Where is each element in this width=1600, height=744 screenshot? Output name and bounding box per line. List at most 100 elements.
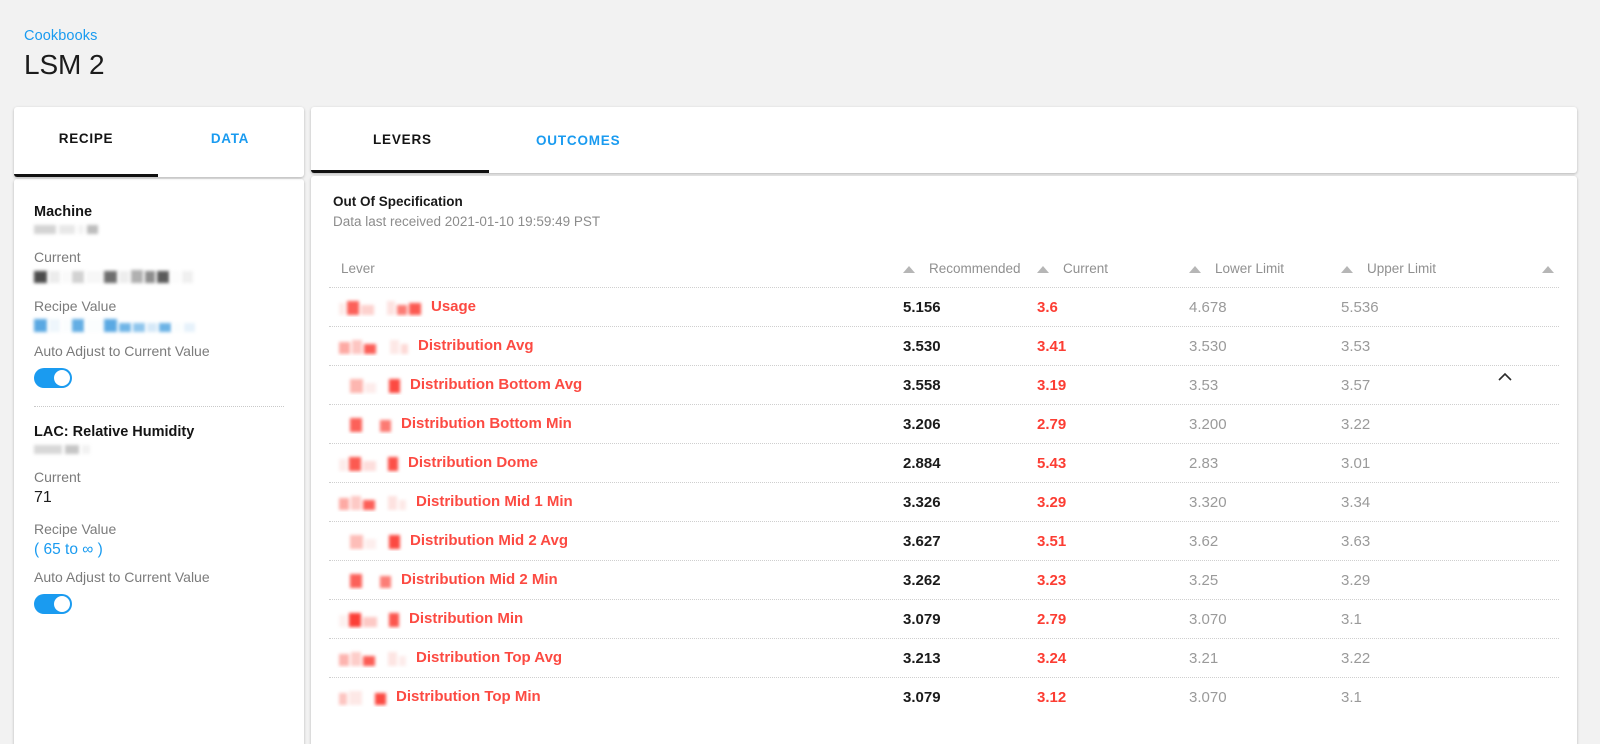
lever-link[interactable]: Distribution Top Min	[396, 687, 541, 707]
column-header-lower-limit[interactable]: Lower Limit	[1189, 260, 1341, 278]
table-body: Usage 5.156 3.6 4.678 5.536 Distribution Avg 3…	[311, 287, 1577, 716]
cell-current: 3.19	[1037, 376, 1067, 394]
lever-auto-adjust-label: Auto Adjust to Current Value	[34, 343, 210, 359]
cell-lower-limit: 3.530	[1189, 337, 1227, 355]
cell-current: 3.29	[1037, 493, 1067, 511]
cell-upper-limit: 3.57	[1341, 376, 1371, 394]
sort-ascending-icon	[903, 265, 915, 273]
table-row[interactable]: Distribution Bottom Avg 3.558 3.19 3.53 3.57	[329, 365, 1559, 404]
cell-recommended: 3.326	[903, 493, 941, 511]
auto-adjust-toggle-lac[interactable]	[34, 594, 72, 614]
auto-adjust-toggle-machine[interactable]	[34, 368, 72, 388]
lever-recipe-value-redacted	[34, 319, 284, 332]
cell-current: 3.12	[1037, 688, 1067, 706]
lever-prefix-redacted	[339, 416, 391, 432]
lever-prefix-redacted	[339, 494, 406, 510]
sort-ascending-icon	[1341, 265, 1353, 273]
lever-name: Machine	[34, 204, 93, 220]
recipe-panel: RECIPE DATA Machine Current Recipe Value…	[14, 107, 304, 744]
cell-current: 3.6	[1037, 298, 1058, 316]
page-header: Cookbooks LSM 2	[24, 26, 105, 83]
recipe-tabbar: RECIPE DATA	[14, 107, 304, 177]
cell-recommended: 5.156	[903, 298, 941, 316]
table-row[interactable]: Distribution Mid 2 Min 3.262 3.23 3.25 3.29	[329, 560, 1559, 599]
lever-link[interactable]: Distribution Min	[409, 609, 523, 629]
lever-link[interactable]: Distribution Avg	[418, 336, 534, 356]
table-row[interactable]: Distribution Bottom Min 3.206 2.79 3.200 3.2…	[329, 404, 1559, 443]
lever-prefix-redacted	[339, 533, 400, 549]
lever-recipe-value[interactable]: ( 65 to ∞ )	[34, 539, 284, 560]
column-header-lever[interactable]: Lever	[331, 260, 903, 278]
cell-current: 2.79	[1037, 415, 1067, 433]
lever-prefix-redacted	[339, 377, 400, 393]
cell-recommended: 3.558	[903, 376, 941, 394]
lever-prefix-redacted	[339, 338, 408, 354]
levers-tabbar: LEVERS OUTCOMES	[311, 107, 1577, 173]
column-header-upper-limit[interactable]: Upper Limit	[1341, 260, 1555, 278]
lever-link[interactable]: Distribution Top Avg	[416, 648, 562, 668]
lever-subtitle-redacted	[34, 225, 284, 234]
tab-levers[interactable]: LEVERS	[373, 132, 432, 147]
lever-current-label: Current	[34, 469, 81, 485]
cell-lever: Distribution Top Avg	[331, 648, 903, 668]
sort-ascending-icon	[1189, 265, 1201, 273]
cell-lower-limit: 4.678	[1189, 298, 1227, 316]
table-row[interactable]: Distribution Avg 3.530 3.41 3.530 3.53	[329, 326, 1559, 365]
lever-card-machine: Machine Current Recipe Value Auto Adjust…	[34, 203, 284, 407]
table-row[interactable]: Distribution Top Min 3.079 3.12 3.070 3.1	[329, 677, 1559, 716]
tab-recipe[interactable]: RECIPE	[14, 131, 158, 146]
cell-upper-limit: 3.53	[1341, 337, 1371, 355]
section-header: Out Of Specification Data last received …	[311, 176, 1577, 231]
lever-prefix-redacted	[339, 650, 406, 666]
lever-link[interactable]: Distribution Bottom Min	[401, 414, 572, 434]
table-row[interactable]: Distribution Min 3.079 2.79 3.070 3.1	[329, 599, 1559, 638]
column-header-recommended[interactable]: Recommended	[903, 260, 1037, 278]
cell-lever: Usage	[331, 297, 903, 317]
table-row[interactable]: Usage 5.156 3.6 4.678 5.536	[329, 287, 1559, 326]
cell-lower-limit: 3.200	[1189, 415, 1227, 433]
lever-link[interactable]: Distribution Bottom Avg	[410, 375, 582, 395]
cell-recommended: 3.213	[903, 649, 941, 667]
table-row[interactable]: Distribution Mid 1 Min 3.326 3.29 3.320 3.34	[329, 482, 1559, 521]
cell-lower-limit: 3.070	[1189, 688, 1227, 706]
cell-current: 5.43	[1037, 454, 1067, 472]
sort-ascending-icon	[1037, 265, 1049, 273]
tab-data[interactable]: DATA	[158, 131, 302, 146]
lever-link[interactable]: Distribution Mid 1 Min	[416, 492, 573, 512]
lever-prefix-redacted	[339, 299, 421, 315]
cell-lower-limit: 3.21	[1189, 649, 1219, 667]
chevron-up-icon[interactable]	[1493, 366, 1517, 390]
levers-panel: LEVERS OUTCOMES Out Of Specification Dat…	[311, 107, 1577, 744]
cell-current: 2.79	[1037, 610, 1067, 628]
cell-recommended: 3.262	[903, 571, 941, 589]
cell-lever: Distribution Min	[331, 609, 903, 629]
table-row[interactable]: Distribution Mid 2 Avg 3.627 3.51 3.62 3.63	[329, 521, 1559, 560]
cell-current: 3.51	[1037, 532, 1067, 550]
lever-link[interactable]: Usage	[431, 297, 476, 317]
lever-prefix-redacted	[339, 689, 386, 705]
lever-link[interactable]: Distribution Mid 2 Min	[401, 570, 558, 590]
recipe-body: Machine Current Recipe Value Auto Adjust…	[14, 179, 304, 744]
cell-upper-limit: 3.22	[1341, 415, 1371, 433]
cell-lower-limit: 2.83	[1189, 454, 1219, 472]
column-header-current[interactable]: Current	[1037, 260, 1189, 278]
lever-prefix-redacted	[339, 455, 398, 471]
cell-recommended: 3.206	[903, 415, 941, 433]
cell-recommended: 3.530	[903, 337, 941, 355]
lever-link[interactable]: Distribution Mid 2 Avg	[410, 531, 568, 551]
breadcrumb-cookbooks[interactable]: Cookbooks	[24, 26, 104, 46]
table-row[interactable]: Distribution Dome 2.884 5.43 2.83 3.01	[329, 443, 1559, 482]
lever-recipe-label: Recipe Value	[34, 298, 117, 314]
cell-recommended: 3.079	[903, 610, 941, 628]
app-root: Cookbooks LSM 2 RECIPE DATA Machine Curr…	[0, 0, 1600, 744]
lever-current-value-redacted	[34, 270, 284, 283]
cell-upper-limit: 3.34	[1341, 493, 1371, 511]
lever-recipe-label: Recipe Value	[34, 521, 117, 537]
cell-current: 3.41	[1037, 337, 1067, 355]
cell-lever: Distribution Dome	[331, 453, 903, 473]
cell-lever: Distribution Top Min	[331, 687, 903, 707]
tab-outcomes[interactable]: OUTCOMES	[536, 133, 620, 148]
table-row[interactable]: Distribution Top Avg 3.213 3.24 3.21 3.22	[329, 638, 1559, 677]
cell-upper-limit: 3.1	[1341, 688, 1362, 706]
lever-link[interactable]: Distribution Dome	[408, 453, 538, 473]
